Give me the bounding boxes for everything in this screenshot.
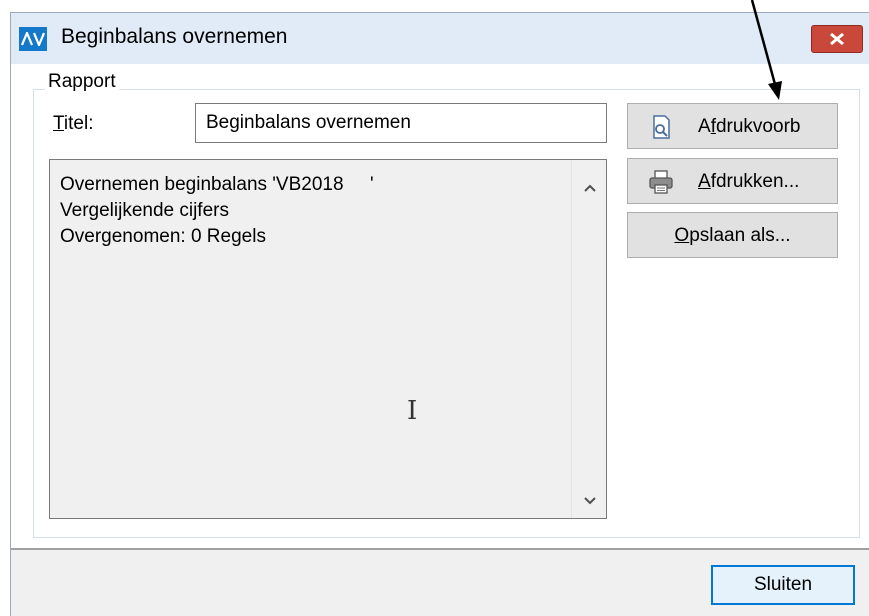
print-label: Afdrukken... — [698, 171, 799, 193]
print-preview-icon — [653, 115, 670, 139]
label-part: psl​aan als... — [689, 225, 791, 246]
print-preview-button[interactable]: Afdrukvoorb — [627, 103, 838, 149]
app-logo-icon — [19, 27, 47, 51]
chevron-down-icon — [583, 496, 596, 504]
print-button[interactable]: Afdrukken... — [627, 158, 838, 204]
dialog-window: Beginbalans overnemen Rapport Titel: Ove… — [10, 12, 869, 616]
app-logo-glyph — [21, 32, 45, 46]
label-accelerator: A — [698, 171, 711, 192]
title-label-accelerator: T — [53, 113, 64, 134]
window-close-button[interactable] — [811, 25, 863, 53]
report-line: Overnemen beginbalans 'VB2018 ' — [60, 174, 374, 195]
report-group-label: Rapport — [45, 71, 119, 93]
report-text-area[interactable]: Overnemen beginbalans 'VB2018 ' Vergelijk… — [49, 159, 607, 519]
title-input[interactable] — [195, 103, 607, 143]
report-text: Overnemen beginbalans 'VB2018 ' Vergelijk… — [60, 172, 374, 250]
chevron-up-icon — [583, 184, 596, 192]
report-line: Vergelijkende cijfers — [60, 200, 229, 221]
title-field-label: Titel: — [53, 113, 93, 135]
screen: Beginbalans overnemen Rapport Titel: Ove… — [0, 0, 869, 616]
close-button[interactable]: Sluiten — [711, 565, 855, 605]
title-bar[interactable]: Beginbalans overnemen — [11, 13, 869, 64]
printer-icon — [649, 170, 673, 194]
scroll-up-button[interactable] — [572, 170, 607, 205]
label-part: A — [698, 116, 711, 137]
label-accelerator: O — [674, 225, 690, 246]
scroll-down-button[interactable] — [572, 483, 607, 518]
window-title: Beginbalans overnemen — [61, 25, 288, 48]
text-cursor-icon: I — [407, 396, 418, 426]
label-part: fdrukken... — [710, 171, 800, 192]
report-line: Overgenomen: 0 Regels — [60, 226, 266, 247]
save-as-button[interactable]: Opsl​aan als... — [627, 212, 838, 258]
title-label-rest: itel: — [63, 113, 94, 134]
close-icon — [830, 32, 844, 46]
label-part: drukvoorb — [715, 116, 801, 137]
save-as-label: Opsl​aan als... — [628, 225, 837, 247]
vertical-scrollbar[interactable] — [571, 160, 606, 518]
dialog-client-area: Rapport Titel: Overnemen beginbalans 'VB… — [11, 64, 869, 616]
print-preview-label: Afdrukvoorb — [698, 116, 800, 138]
dialog-footer: Sluiten — [11, 550, 869, 616]
